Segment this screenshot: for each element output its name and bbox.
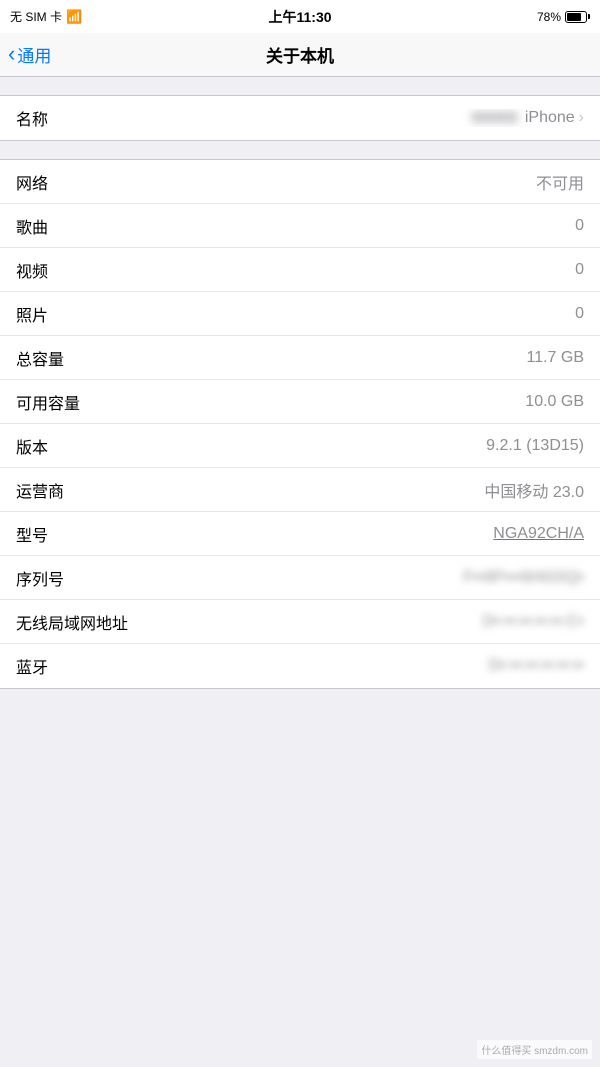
status-time: 上午11:30 xyxy=(268,7,331,27)
table-row-songs: 歌曲 0 xyxy=(0,204,600,248)
back-button[interactable]: ‹ 通用 xyxy=(8,42,51,67)
value-bluetooth: D•:••:••:••:••:•• xyxy=(58,657,584,675)
no-sim-label: 无 SIM 卡 xyxy=(10,8,62,25)
label-total-capacity: 总容量 xyxy=(16,346,64,370)
section-device-info: 网络 不可用 歌曲 0 视频 0 照片 0 总容量 11.7 GB 可用容量 1… xyxy=(0,159,600,689)
status-left: 无 SIM 卡 📶 xyxy=(10,8,82,25)
label-wifi-address: 无线局域网地址 xyxy=(16,610,128,634)
table-row-version: 版本 9.2.1 (13D15) xyxy=(0,424,600,468)
iphone-name-container: ■■■■ iPhone xyxy=(472,109,574,127)
nav-bar: ‹ 通用 关于本机 xyxy=(0,33,600,77)
value-model: NGA92CH/A xyxy=(58,525,584,543)
battery-icon xyxy=(565,11,590,23)
table-row-available-capacity: 可用容量 10.0 GB xyxy=(0,380,600,424)
label-songs: 歌曲 xyxy=(16,214,48,238)
label-name: 名称 xyxy=(16,106,48,130)
label-videos: 视频 xyxy=(16,258,48,282)
label-photos: 照片 xyxy=(16,302,48,326)
value-version: 9.2.1 (13D15) xyxy=(58,437,584,455)
value-wifi-address: D•:••:••:••:••:C• xyxy=(138,613,584,631)
value-name: ■■■■ iPhone › xyxy=(58,109,584,127)
table-row-model[interactable]: 型号 NGA92CH/A xyxy=(0,512,600,556)
spacer-bottom xyxy=(0,689,600,707)
back-chevron-icon: ‹ xyxy=(8,43,15,65)
table-row-total-capacity: 总容量 11.7 GB xyxy=(0,336,600,380)
status-bar: 无 SIM 卡 📶 上午11:30 78% xyxy=(0,0,600,33)
table-row-photos: 照片 0 xyxy=(0,292,600,336)
value-total-capacity: 11.7 GB xyxy=(74,349,584,367)
spacer-2 xyxy=(0,141,600,159)
table-row-videos: 视频 0 xyxy=(0,248,600,292)
back-label: 通用 xyxy=(17,42,51,67)
table-row-name[interactable]: 名称 ■■■■ iPhone › xyxy=(0,96,600,140)
value-serial: F••9P•••W4G5Q• xyxy=(74,569,584,587)
iphone-blurred-prefix: ■■■■ xyxy=(472,109,519,127)
label-carrier: 运营商 xyxy=(16,478,64,502)
page-title: 关于本机 xyxy=(266,42,334,67)
spacer-1 xyxy=(0,77,600,95)
table-row-bluetooth: 蓝牙 D•:••:••:••:••:•• xyxy=(0,644,600,688)
value-network: 不可用 xyxy=(58,170,584,194)
label-serial: 序列号 xyxy=(16,566,64,590)
value-carrier: 中国移动 23.0 xyxy=(74,478,584,502)
wifi-icon: 📶 xyxy=(66,9,82,25)
table-row-serial: 序列号 F••9P•••W4G5Q• xyxy=(0,556,600,600)
battery-percent: 78% xyxy=(537,10,561,24)
iphone-label: iPhone xyxy=(525,109,575,127)
label-network: 网络 xyxy=(16,170,48,194)
table-row-carrier: 运营商 中国移动 23.0 xyxy=(0,468,600,512)
value-songs: 0 xyxy=(58,217,584,235)
section-name: 名称 ■■■■ iPhone › xyxy=(0,95,600,141)
label-version: 版本 xyxy=(16,434,48,458)
watermark: 什么值得买 smzdm.com xyxy=(477,1040,592,1059)
value-available-capacity: 10.0 GB xyxy=(90,393,584,411)
label-bluetooth: 蓝牙 xyxy=(16,654,48,678)
value-photos: 0 xyxy=(58,305,584,323)
table-row-network: 网络 不可用 xyxy=(0,160,600,204)
status-right: 78% xyxy=(537,10,590,24)
label-model: 型号 xyxy=(16,522,48,546)
label-available-capacity: 可用容量 xyxy=(16,390,80,414)
table-row-wifi-address: 无线局域网地址 D•:••:••:••:••:C• xyxy=(0,600,600,644)
value-videos: 0 xyxy=(58,261,584,279)
chevron-right-icon: › xyxy=(579,109,584,127)
